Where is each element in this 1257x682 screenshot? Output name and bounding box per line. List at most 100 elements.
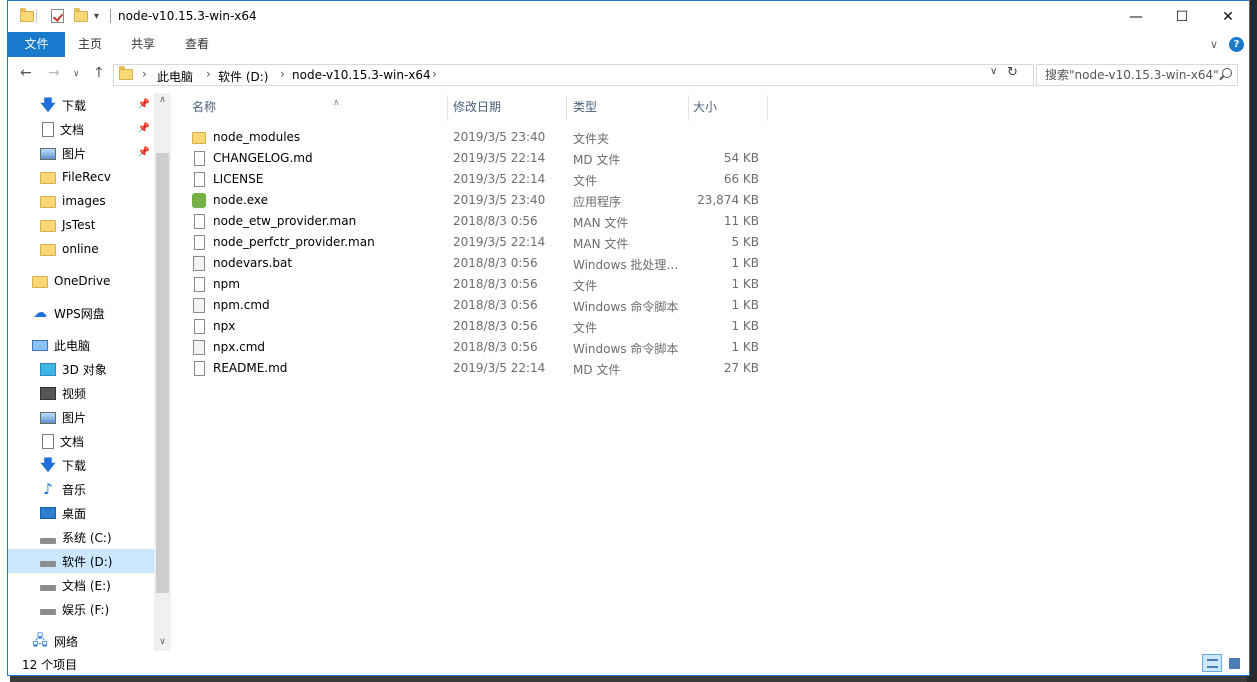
quick-access-folder-icon[interactable] (20, 7, 34, 24)
column-divider[interactable] (566, 95, 567, 121)
file-size: 23,874 KB (697, 193, 759, 207)
help-icon[interactable]: ? (1229, 37, 1244, 52)
breadcrumb-separator[interactable]: › (432, 67, 437, 81)
file-row[interactable]: node_perfctr_provider.man 2019/3/5 22:14 M… (192, 232, 772, 253)
nav-item-downloads-quick[interactable]: 🡇 下载 📌 (8, 93, 154, 117)
file-row[interactable]: nodevars.bat 2018/8/3 0:56 Windows 批处理… 1 K… (192, 253, 772, 274)
nav-item-label: 娱乐 (F:) (62, 602, 110, 617)
nav-item-videos[interactable]: 视频 (8, 381, 154, 405)
column-header-size[interactable]: 大小 (693, 93, 768, 121)
back-arrow-icon[interactable]: ← (20, 65, 32, 81)
column-label: 名称 (192, 100, 217, 114)
nav-item-jstest[interactable]: JsTest (8, 213, 154, 237)
nav-item-this-pc[interactable]: 此电脑 (8, 333, 154, 357)
column-divider[interactable] (688, 95, 689, 121)
file-row[interactable]: CHANGELOG.md 2019/3/5 22:14 MD 文件 54 KB (192, 148, 772, 169)
nav-item-music[interactable]: ♪ 音乐 (8, 477, 154, 501)
nav-item-3d-objects[interactable]: 3D 对象 (8, 357, 154, 381)
file-icon (194, 214, 205, 229)
file-row[interactable]: npm.cmd 2018/8/3 0:56 Windows 命令脚本 1 KB (192, 295, 772, 316)
file-row[interactable]: node_modules 2019/3/5 23:40 文件夹 (192, 127, 772, 148)
nav-item-onedrive[interactable]: OneDrive (8, 269, 154, 293)
document-icon (42, 433, 54, 449)
file-row[interactable]: npx 2018/8/3 0:56 文件 1 KB (192, 316, 772, 337)
file-row[interactable]: npx.cmd 2018/8/3 0:56 Windows 命令脚本 1 KB (192, 337, 772, 358)
customize-toolbar-icon[interactable]: ▾ (94, 8, 99, 24)
chevron-down-icon[interactable]: ∨ (1210, 38, 1218, 51)
nav-item-pictures-quick[interactable]: 图片 📌 (8, 141, 154, 165)
nav-item-filerecv[interactable]: FileRecv (8, 165, 154, 189)
breadcrumb-drive-d[interactable]: 软件 (D:) (218, 68, 268, 85)
file-row[interactable]: npm 2018/8/3 0:56 文件 1 KB (192, 274, 772, 295)
nav-item-drive-f[interactable]: 娱乐 (F:) (8, 597, 154, 621)
node-exe-icon (192, 193, 206, 208)
refresh-icon[interactable]: ↻ (1007, 65, 1018, 80)
tab-share[interactable]: 共享 (118, 32, 168, 57)
nav-item-pictures[interactable]: 图片 (8, 405, 154, 429)
tab-view[interactable]: 查看 (172, 32, 222, 57)
forward-arrow-icon[interactable]: → (48, 65, 60, 81)
column-header-date[interactable]: 修改日期 (453, 93, 565, 121)
nav-item-label: 系统 (C:) (62, 530, 112, 545)
window-title: node-v10.15.3-win-x64 (118, 9, 257, 23)
drive-icon (40, 560, 56, 567)
drive-icon (40, 584, 56, 591)
address-bar[interactable]: › 此电脑 › 软件 (D:) › node-v10.15.3-win-x64 … (113, 64, 1034, 86)
nav-item-documents-quick[interactable]: 文档 📌 (8, 117, 154, 141)
file-name: nodevars.bat (213, 256, 293, 270)
nav-item-drive-e[interactable]: 文档 (E:) (8, 573, 154, 597)
properties-icon[interactable] (51, 8, 64, 24)
nav-scrollbar[interactable]: ∧ ∨ (154, 93, 171, 651)
breadcrumb-separator[interactable]: › (142, 67, 147, 81)
nav-item-downloads[interactable]: 🡇 下载 (8, 453, 154, 477)
file-name: node_modules (213, 130, 301, 144)
drive-icon (40, 537, 56, 544)
file-type: 文件 (573, 321, 598, 335)
file-size: 54 KB (723, 151, 759, 165)
file-type: 文件 (573, 279, 598, 293)
nav-item-wps[interactable]: ☁ WPS网盘 (8, 301, 154, 325)
nav-item-drive-c[interactable]: 系统 (C:) (8, 525, 154, 549)
picture-icon (40, 411, 56, 424)
file-row[interactable]: node_etw_provider.man 2018/8/3 0:56 MAN 文件… (192, 211, 772, 232)
large-icons-view-icon (1229, 658, 1240, 669)
column-header-type[interactable]: 类型 (573, 93, 685, 121)
nav-item-documents[interactable]: 文档 (8, 429, 154, 453)
nav-item-label: JsTest (62, 218, 96, 232)
column-divider[interactable] (767, 95, 768, 121)
nav-item-images[interactable]: images (8, 189, 154, 213)
file-row[interactable]: README.md 2019/3/5 22:14 MD 文件 27 KB (192, 358, 772, 379)
column-header-name[interactable]: 名称 ∧ (192, 93, 447, 121)
nav-item-online[interactable]: online (8, 237, 154, 261)
file-row[interactable]: node.exe 2019/3/5 23:40 应用程序 23,874 KB (192, 190, 772, 211)
search-input[interactable]: 搜索"node-v10.15.3-win-x64" (1036, 64, 1238, 86)
up-arrow-icon[interactable]: ↑ (93, 65, 105, 81)
scroll-up-icon[interactable]: ∧ (154, 95, 171, 105)
nav-item-drive-d[interactable]: 软件 (D:) (8, 549, 154, 573)
nav-scroll-thumb[interactable] (156, 153, 169, 593)
breadcrumb-separator[interactable]: › (280, 67, 285, 81)
nav-item-label: 文档 (60, 122, 85, 137)
breadcrumb-node-folder[interactable]: node-v10.15.3-win-x64 (292, 68, 431, 82)
column-divider[interactable] (447, 95, 448, 121)
nav-item-network[interactable]: 🖧 网络 (8, 629, 154, 651)
nav-item-label: OneDrive (54, 274, 111, 288)
breadcrumb-this-pc[interactable]: 此电脑 (157, 68, 193, 85)
file-row[interactable]: LICENSE 2019/3/5 22:14 文件 66 KB (192, 169, 772, 190)
nav-item-desktop[interactable]: 桌面 (8, 501, 154, 525)
maximize-button[interactable]: ☐ (1159, 1, 1205, 32)
search-icon[interactable] (1222, 68, 1232, 78)
recent-chevron-icon[interactable]: ∨ (73, 69, 80, 79)
new-folder-icon[interactable] (74, 7, 88, 24)
minimize-button[interactable]: — (1113, 1, 1159, 32)
close-button[interactable]: ✕ (1205, 1, 1249, 32)
large-icons-view-button[interactable] (1224, 654, 1244, 672)
tab-home[interactable]: 主页 (65, 32, 115, 57)
details-view-button[interactable] (1202, 654, 1222, 672)
address-dropdown-icon[interactable]: ∨ (990, 66, 997, 77)
file-type: 文件 (573, 174, 598, 188)
nav-item-label: WPS网盘 (54, 306, 105, 321)
scroll-down-icon[interactable]: ∨ (154, 637, 171, 647)
breadcrumb-separator[interactable]: › (206, 67, 211, 81)
tab-file[interactable]: 文件 (8, 32, 65, 57)
